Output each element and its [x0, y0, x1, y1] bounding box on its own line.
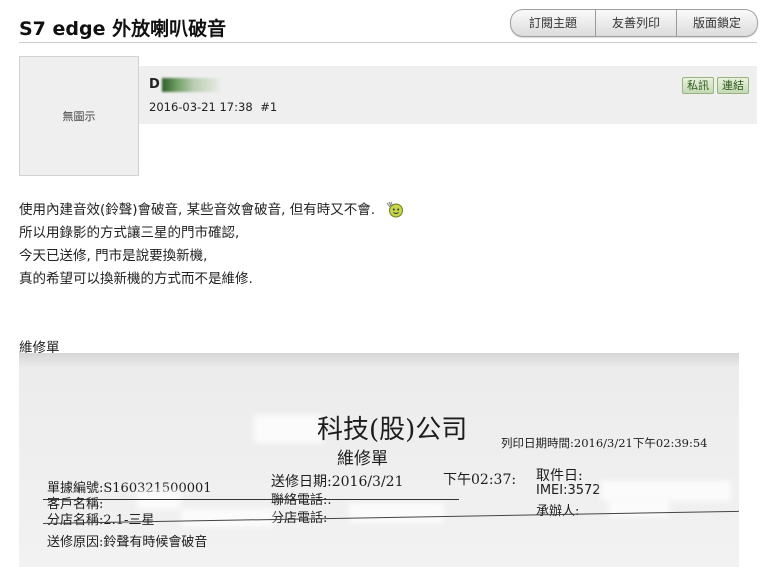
receipt-reason: 送修原因:鈴聲有時候會破音	[47, 535, 208, 550]
receipt-send-date: 送修日期:2016/3/21	[271, 474, 404, 490]
post-datetime: 2016-03-21 17:38	[149, 100, 253, 114]
receipt-branch: 分店名稱:2.1-三星	[47, 513, 155, 528]
title-divider	[19, 42, 757, 43]
post-line: 所以用錄影的方式讓三星的門市確認,	[19, 225, 240, 241]
receipt-print-time: 列印日期時間:2016/3/21下午02:39:54	[501, 436, 708, 450]
post-header: D 2016-03-21 17:38 #1 私訊 連結	[139, 66, 757, 124]
lock-layout-button[interactable]: 版面鎖定	[677, 9, 758, 37]
redaction-smear	[254, 415, 324, 443]
post-line: 使用內建音效(鈴聲)會破音, 某些音效會破音, 但有時又不會.	[19, 199, 405, 222]
receipt-pickup: 取件日:	[536, 468, 583, 484]
receipt-company: 科技(股)公司	[317, 415, 468, 445]
receipt-doc-title: 維修單	[337, 449, 388, 469]
subscribe-button[interactable]: 訂閱主題	[510, 9, 596, 37]
post-number[interactable]: #1	[260, 100, 277, 114]
post-action-buttons: 私訊 連結	[682, 77, 749, 94]
username-blur	[161, 78, 220, 92]
post-meta: 2016-03-21 17:38 #1	[149, 100, 277, 114]
post-line: 真的希望可以換新機的方式而不是維修.	[19, 271, 253, 287]
repair-order-photo[interactable]: 科技(股)公司 維修單 列印日期時間:2016/3/21下午02:39:54 單…	[19, 353, 739, 567]
link-button[interactable]: 連結	[717, 77, 749, 94]
username[interactable]: D	[149, 78, 220, 92]
thread-action-buttons: 訂閱主題 友善列印 版面鎖定	[510, 9, 758, 37]
username-initial: D	[149, 77, 160, 92]
receipt-time: 下午02:37:	[443, 472, 517, 488]
smiley-emoticon-icon	[386, 201, 404, 218]
avatar[interactable]: 無圖示	[19, 56, 139, 176]
thread-title: S7 edge 外放喇叭破音	[19, 18, 227, 40]
avatar-placeholder-text: 無圖示	[62, 110, 96, 123]
post-body: 使用內建音效(鈴聲)會破音, 某些音效會破音, 但有時又不會. 所以用錄影的方式…	[19, 199, 405, 360]
receipt-imei: IMEI:3572	[536, 483, 601, 498]
thread-header: S7 edge 外放喇叭破音 訂閱主題 友善列印 版面鎖定	[0, 0, 769, 46]
print-button[interactable]: 友善列印	[596, 9, 677, 37]
private-message-button[interactable]: 私訊	[682, 77, 714, 94]
receipt-branch-phone: 分店電話:	[271, 507, 327, 526]
receipt-handler: 承辦人:	[536, 504, 580, 519]
receipt-rule	[43, 499, 459, 500]
post-line: 今天已送修, 門市是說要換新機,	[19, 248, 208, 264]
